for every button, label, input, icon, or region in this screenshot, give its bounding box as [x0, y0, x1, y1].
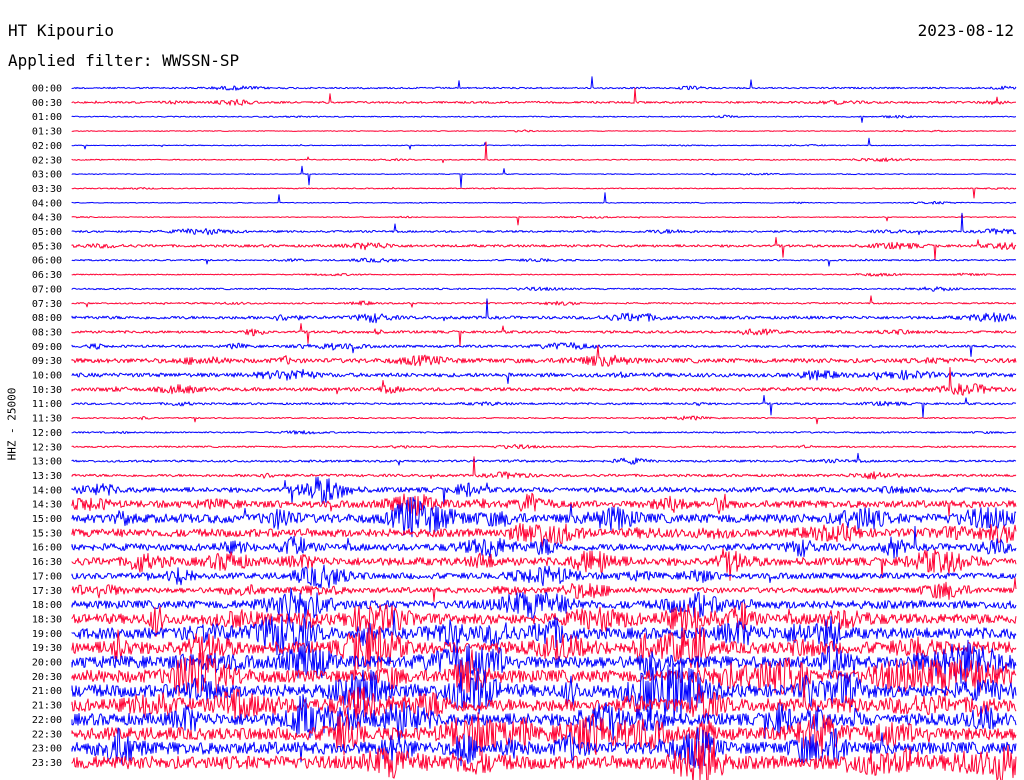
time-tick-label: 14:30: [32, 500, 62, 511]
trace-line: [71, 564, 1017, 589]
trace-line: [71, 257, 1017, 267]
trace-line: [71, 129, 1017, 133]
time-tick-label: 23:30: [32, 758, 62, 769]
trace-line: [71, 452, 1017, 466]
trace-line: [71, 367, 1017, 396]
trace-line: [71, 165, 1017, 188]
time-tick-label: 21:30: [32, 701, 62, 712]
time-tick-group: 00:00 00:30 01:00 01:30 02:00 02:30 03:00 03:30…: [32, 84, 62, 769]
time-tick-label: 20:00: [32, 658, 62, 669]
time-tick-label: 18:00: [32, 600, 62, 611]
time-tick-label: 17:30: [32, 586, 62, 597]
trace-line: [71, 577, 1017, 602]
trace-line: [71, 137, 1017, 150]
time-tick-label: 04:00: [32, 198, 62, 209]
trace-line: [71, 192, 1017, 205]
time-tick-label: 00:00: [32, 84, 62, 95]
time-tick-label: 19:00: [32, 629, 62, 640]
trace-line: [71, 415, 1017, 425]
trace-line: [71, 76, 1017, 91]
time-tick-label: 03:30: [32, 184, 62, 195]
time-tick-label: 22:30: [32, 729, 62, 740]
time-tick-label: 13:00: [32, 457, 62, 468]
trace-line: [71, 735, 1017, 780]
time-tick-label: 10:00: [32, 371, 62, 382]
time-tick-label: 17:00: [32, 571, 62, 582]
trace-line: [71, 492, 1017, 517]
time-tick-label: 07:30: [32, 299, 62, 310]
trace-line: [71, 342, 1017, 357]
trace-line: [71, 430, 1017, 435]
trace-line: [71, 114, 1017, 123]
time-tick-label: 08:30: [32, 327, 62, 338]
time-tick-label: 01:30: [32, 127, 62, 138]
time-tick-label: 18:30: [32, 614, 62, 625]
trace-line: [71, 212, 1017, 236]
time-tick-label: 16:30: [32, 557, 62, 568]
helicorder-plot: 00:00 00:30 01:00 01:30 02:00 02:30 03:00 03:30…: [32, 76, 1017, 780]
time-tick-label: 05:30: [32, 241, 62, 252]
trace-line: [71, 298, 1017, 324]
time-tick-label: 20:30: [32, 672, 62, 683]
time-tick-label: 01:00: [32, 112, 62, 123]
time-tick-label: 02:30: [32, 155, 62, 166]
trace-line: [71, 87, 1017, 106]
time-tick-label: 23:00: [32, 744, 62, 755]
trace-line: [71, 286, 1017, 292]
time-tick-label: 09:00: [32, 342, 62, 353]
trace-line: [71, 295, 1017, 308]
trace-line: [71, 444, 1017, 450]
time-tick-label: 06:00: [32, 256, 62, 267]
time-tick-label: 05:00: [32, 227, 62, 238]
time-tick-label: 03:00: [32, 170, 62, 181]
trace-group: [71, 76, 1017, 780]
time-tick-label: 12:00: [32, 428, 62, 439]
time-tick-label: 08:00: [32, 313, 62, 324]
time-tick-label: 06:30: [32, 270, 62, 281]
trace-line: [71, 237, 1017, 261]
time-tick-label: 21:00: [32, 686, 62, 697]
trace-line: [71, 323, 1017, 347]
time-tick-label: 00:30: [32, 98, 62, 109]
time-tick-label: 09:30: [32, 356, 62, 367]
time-tick-label: 16:00: [32, 543, 62, 554]
time-tick-label: 19:30: [32, 643, 62, 654]
trace-line: [71, 395, 1017, 418]
time-tick-label: 11:00: [32, 399, 62, 410]
trace-line: [71, 213, 1017, 226]
time-tick-label: 11:30: [32, 414, 62, 425]
time-tick-label: 14:00: [32, 485, 62, 496]
time-tick-label: 07:00: [32, 284, 62, 295]
time-tick-label: 04:30: [32, 213, 62, 224]
time-tick-label: 15:00: [32, 514, 62, 525]
trace-line: [71, 368, 1017, 384]
time-tick-label: 15:30: [32, 528, 62, 539]
time-tick-label: 22:00: [32, 715, 62, 726]
time-tick-label: 12:30: [32, 442, 62, 453]
time-tick-label: 13:30: [32, 471, 62, 482]
time-tick-label: 02:00: [32, 141, 62, 152]
time-tick-label: 10:30: [32, 385, 62, 396]
trace-line: [71, 272, 1017, 277]
trace-line: [71, 186, 1017, 199]
